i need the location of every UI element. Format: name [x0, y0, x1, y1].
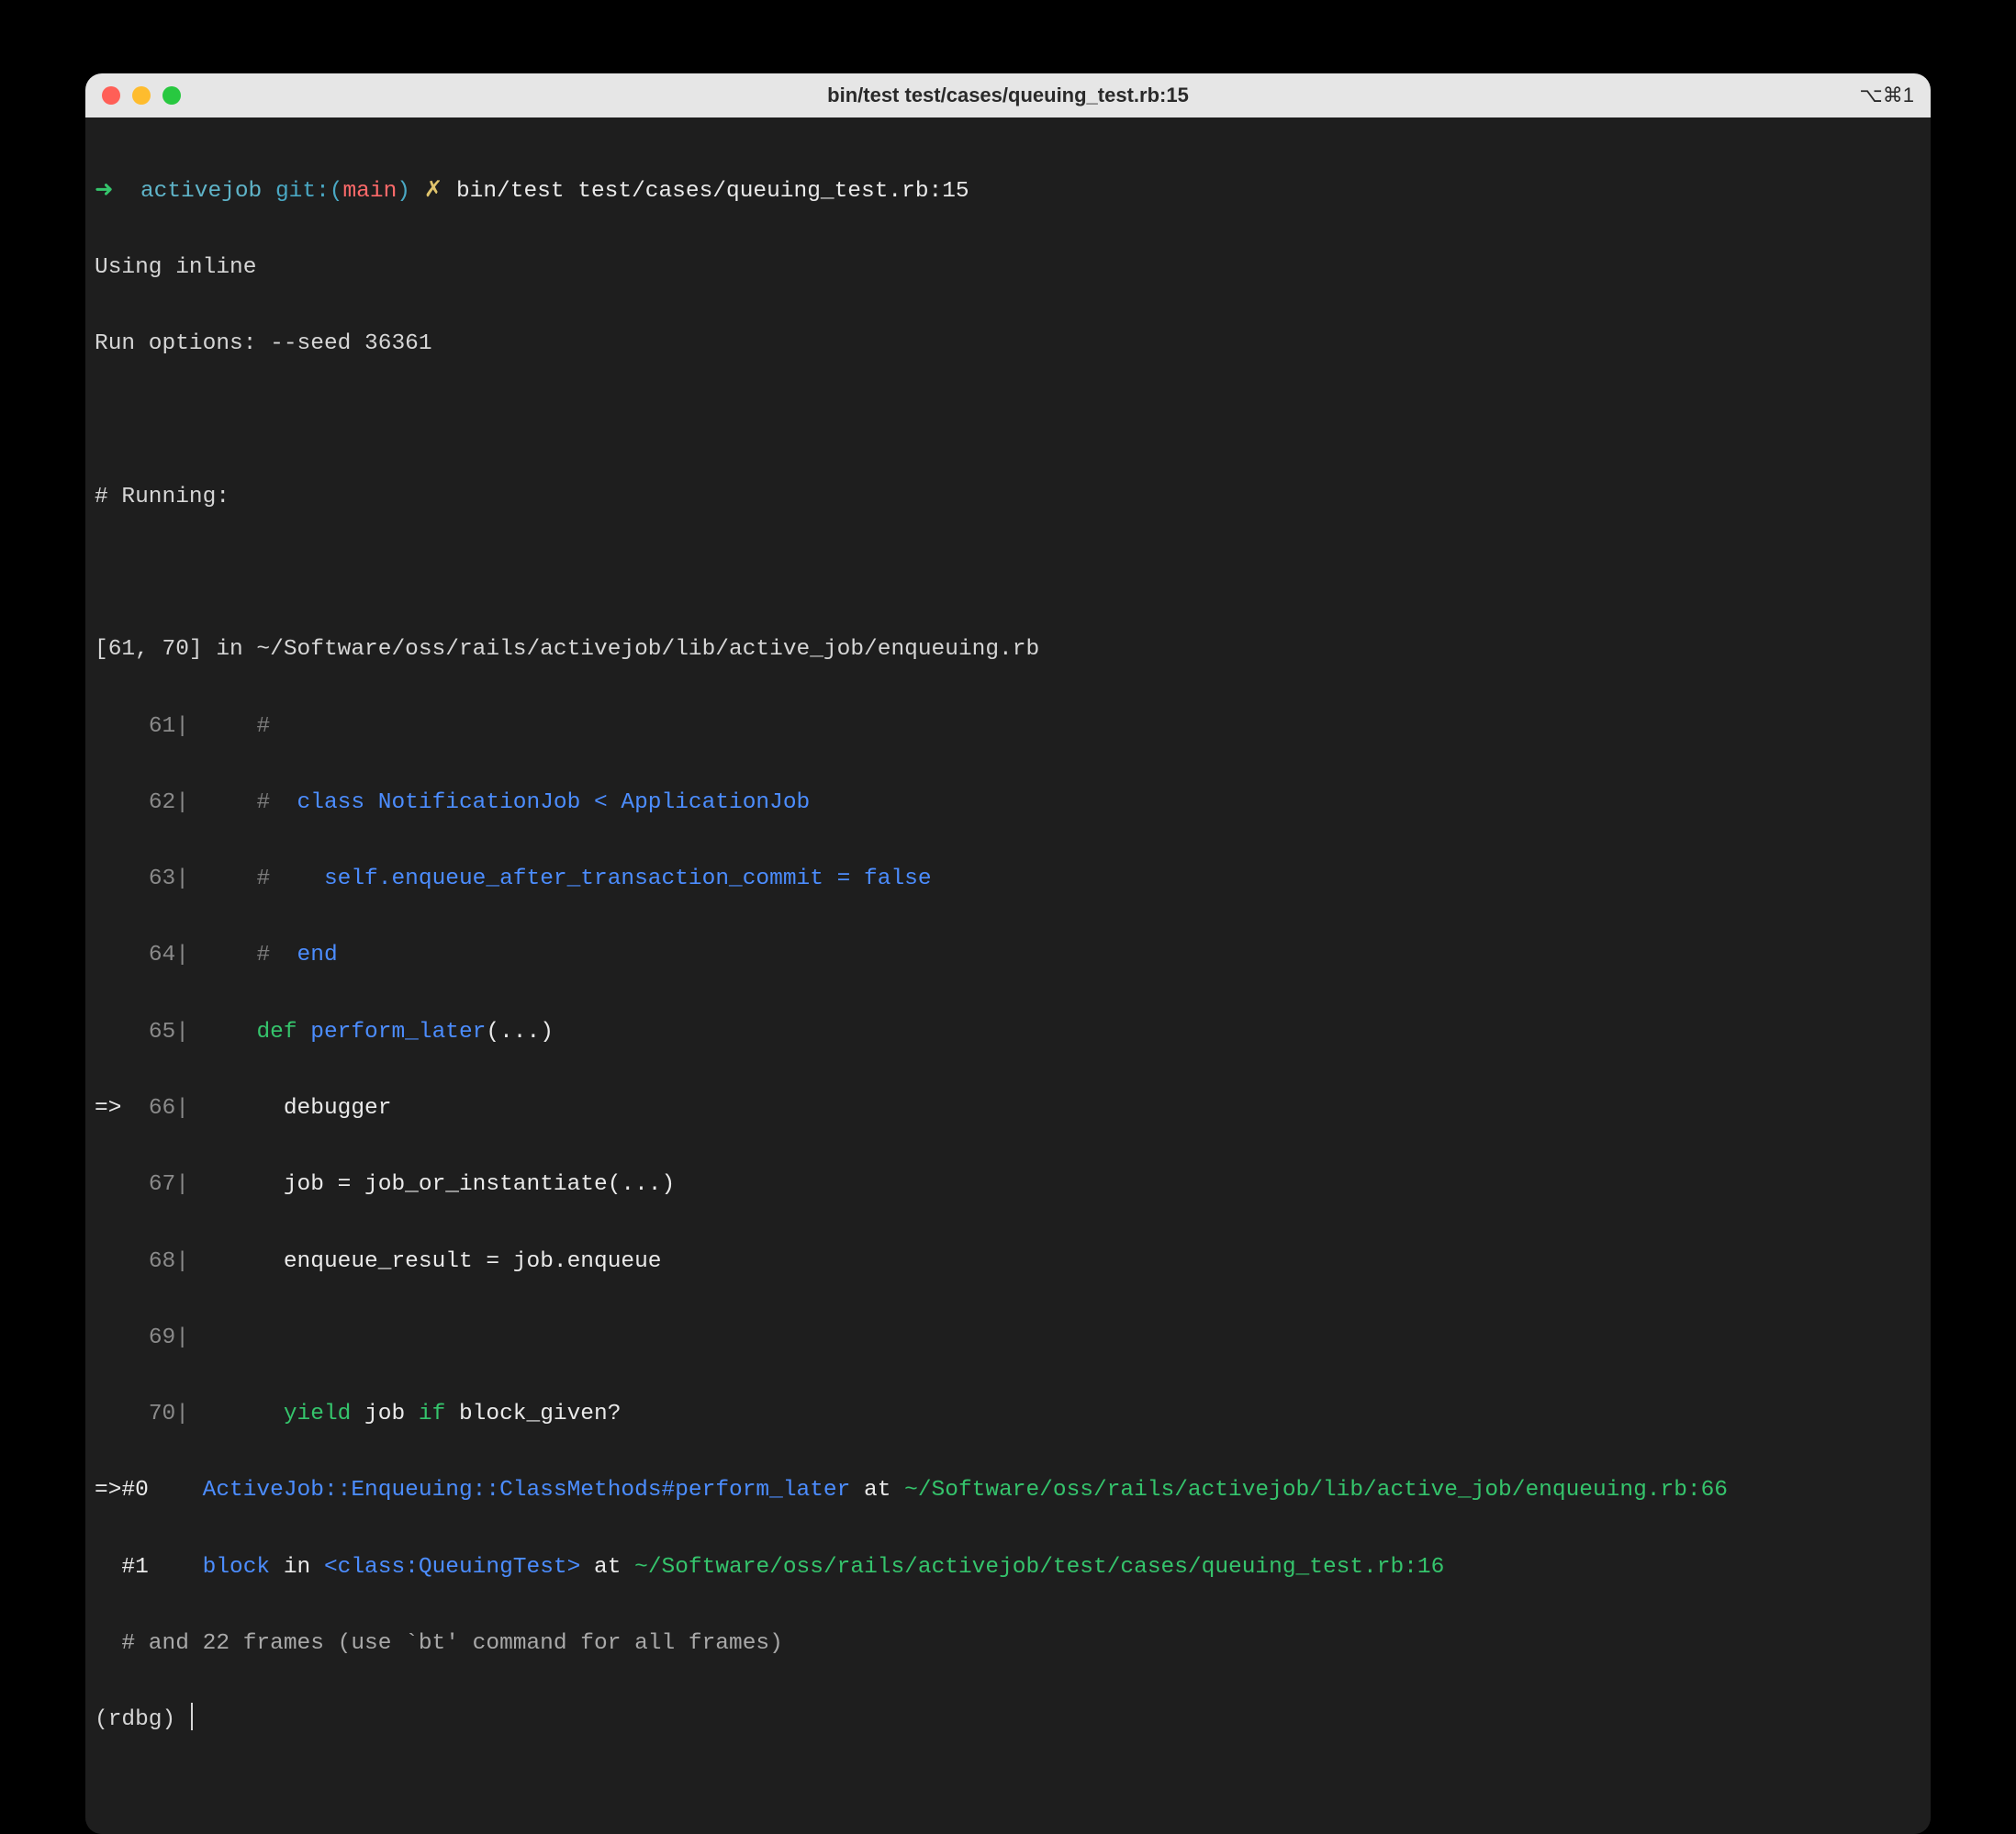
cursor-icon: [191, 1703, 193, 1731]
src-line-63: 63| # self.enqueue_after_transaction_com…: [95, 860, 1921, 899]
output-file-range: [61, 70] in ~/Software/oss/rails/activej…: [95, 631, 1921, 669]
src-line-62: 62| # class NotificationJob < Applicatio…: [95, 784, 1921, 822]
minimize-icon[interactable]: [132, 86, 151, 105]
titlebar: bin/test test/cases/queuing_test.rb:15 ⌥…: [85, 73, 1931, 117]
rdbg-prompt-line[interactable]: (rdbg): [95, 1701, 1921, 1739]
prompt-git-label: git:: [275, 179, 330, 204]
stack-frame-1: #1 block in <class:QueuingTest> at ~/Sof…: [95, 1549, 1921, 1587]
src-line-61: 61| #: [95, 708, 1921, 746]
prompt-branch: main: [342, 179, 397, 204]
src-line-68: 68| enqueue_result = job.enqueue: [95, 1243, 1921, 1281]
src-line-70: 70| yield job if block_given?: [95, 1395, 1921, 1434]
prompt-dir: activejob: [140, 179, 262, 204]
src-line-65: 65| def perform_later(...): [95, 1013, 1921, 1052]
src-line-67: 67| job = job_or_instantiate(...): [95, 1166, 1921, 1204]
window-shortcut: ⌥⌘1: [1859, 84, 1914, 107]
output-running-header: # Running:: [95, 478, 1921, 517]
close-icon[interactable]: [102, 86, 120, 105]
prompt-dirty-icon: ✗: [424, 179, 443, 204]
src-line-64: 64| # end: [95, 936, 1921, 975]
maximize-icon[interactable]: [162, 86, 181, 105]
prompt-arrow-icon: ➜: [95, 179, 114, 204]
prompt-command: bin/test test/cases/queuing_test.rb:15: [456, 179, 969, 204]
terminal-window: bin/test test/cases/queuing_test.rb:15 ⌥…: [85, 73, 1931, 1834]
output-run-options: Run options: --seed 36361: [95, 325, 1921, 363]
output-using: Using inline: [95, 249, 1921, 287]
window-title: bin/test test/cases/queuing_test.rb:15: [85, 84, 1931, 107]
prompt-line: ➜ activejob git:(main) ✗ bin/test test/c…: [95, 173, 1921, 211]
src-line-69: 69|: [95, 1319, 1921, 1358]
src-line-66: => 66| debugger: [95, 1090, 1921, 1128]
traffic-lights: [102, 86, 181, 105]
stack-frame-0: =>#0 ActiveJob::Enqueuing::ClassMethods#…: [95, 1471, 1921, 1510]
rdbg-prompt: (rdbg): [95, 1707, 189, 1732]
terminal-body[interactable]: ➜ activejob git:(main) ✗ bin/test test/c…: [85, 117, 1931, 1834]
stack-more: # and 22 frames (use `bt' command for al…: [95, 1625, 1921, 1663]
